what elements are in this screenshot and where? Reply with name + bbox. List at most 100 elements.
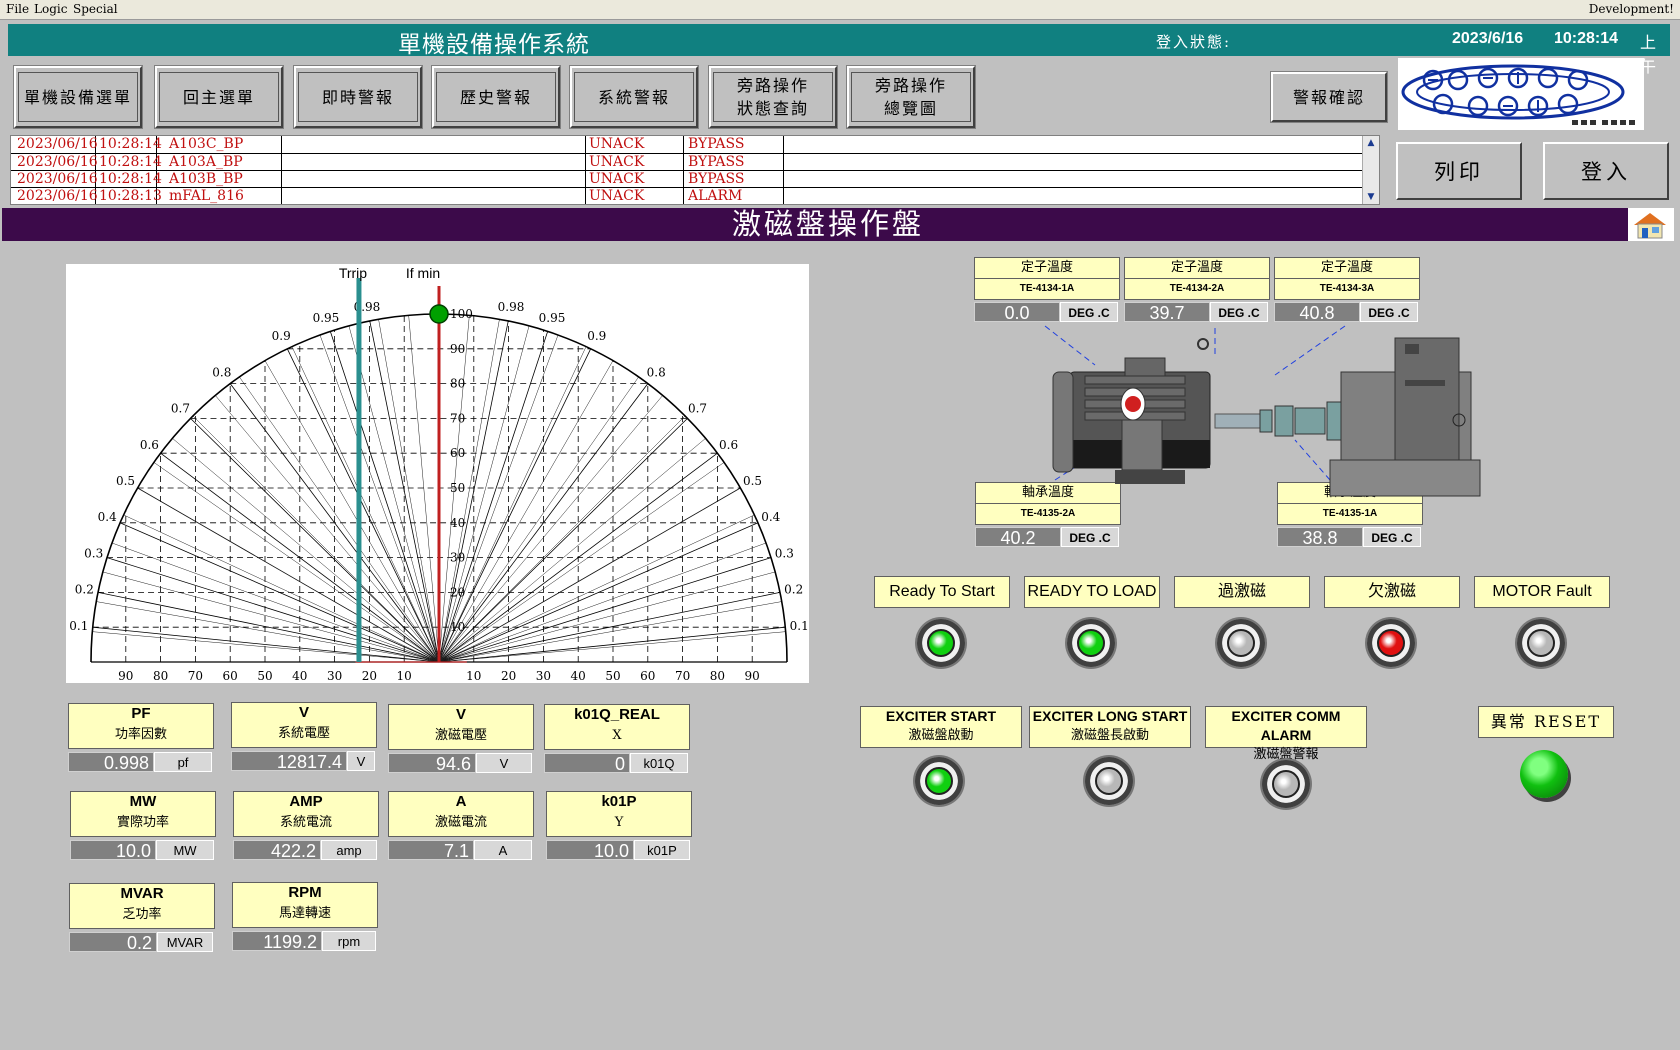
radial-line [438, 631, 786, 663]
ifmin-label: If min [406, 265, 440, 281]
temperature-name: 定子溫度 [1275, 258, 1419, 279]
pf-line [329, 331, 440, 663]
menu-special[interactable]: Special [73, 2, 118, 16]
measurement-unit: k01P [634, 840, 690, 860]
alarm-row[interactable]: 2023/06/16 10:28:14 A103B_BP UNACK BYPASS [11, 170, 1363, 188]
y-tick-label: 70 [450, 411, 465, 425]
exciter-label-zh: 激磁盤啟動 [908, 728, 974, 743]
reset-label: 異常 RESET [1478, 706, 1614, 738]
temperature-value: 38.8 [1277, 527, 1363, 548]
pf-label-left: 0.7 [171, 402, 190, 416]
nav-equipment-menu-button[interactable]: 單機設備選單 [14, 66, 142, 128]
alarm-row[interactable]: 2023/06/16 10:28:14 A103A_BP UNACK BYPASS [11, 153, 1363, 171]
nav-label: 單機設備選單 [18, 72, 138, 122]
measurement-subtitle: 馬達轉速 [278, 906, 331, 921]
nav-bypass-status-button[interactable]: 旁路操作 狀態查詢 [709, 66, 837, 128]
pf-label-left: 0.1 [69, 619, 88, 633]
nav-label: 旁路操作 狀態查詢 [713, 72, 833, 122]
pf-label-right: 0.98 [498, 300, 525, 314]
pf-label-left: 0.95 [313, 311, 340, 325]
trip-label: Trrip [339, 265, 367, 281]
measurement-unit: MVAR [157, 932, 213, 952]
nav-main-menu-button[interactable]: 回主選單 [155, 66, 283, 128]
alarm-row[interactable]: 2023/06/16 10:28:14 A103C_BP UNACK BYPASS [11, 136, 1363, 153]
status-lamp [1367, 619, 1415, 667]
panel-title: 激磁盤操作盤 [2, 208, 1654, 241]
y-tick-label: 20 [450, 585, 465, 599]
home-icon[interactable] [1628, 208, 1674, 241]
menu-development[interactable]: Development! [1589, 2, 1674, 16]
alarm-list[interactable]: 2023/06/16 10:28:14 A103C_BP UNACK BYPASS 2… [10, 135, 1380, 205]
measurement-value: 422.2 [233, 840, 321, 861]
radial-line [438, 514, 755, 663]
menu-logic[interactable]: Logic [34, 2, 67, 16]
reset-button[interactable] [1520, 750, 1568, 798]
alarm-list-scrollbar[interactable]: ▲ ▼ [1362, 136, 1379, 204]
x-tick-label-right: 40 [571, 669, 586, 683]
alarm-ack-label: 警報確認 [1292, 87, 1365, 107]
pf-label-right: 0.4 [761, 510, 780, 524]
radial-line [319, 334, 440, 663]
measurement-unit: A [474, 840, 532, 860]
measurement-subtitle: 系統電流 [279, 815, 332, 830]
x-tick-label-right: 60 [640, 669, 655, 683]
login-status-label: 登入狀態: [1156, 33, 1232, 51]
scroll-up-icon[interactable]: ▲ [1365, 137, 1377, 149]
status-lamp [1067, 619, 1115, 667]
pf-label-left: 0.6 [140, 438, 159, 452]
print-label: 列印 [1434, 160, 1484, 184]
nav-realtime-alarm-button[interactable]: 即時警報 [294, 66, 422, 128]
lamp-core [925, 767, 953, 795]
measurement-label: A 激磁電流 [388, 791, 534, 837]
temperature-tag: 定子溫度 TE-4134-2A [1124, 257, 1270, 300]
measurement-value: 0.998 [68, 752, 154, 773]
operating-point [429, 304, 449, 324]
reset-label-text: 異常 RESET [1490, 712, 1602, 731]
radial-line [408, 315, 440, 663]
measurement-unit: MW [156, 840, 214, 860]
print-button[interactable]: 列印 [1396, 142, 1522, 200]
x-tick-label-right: 10 [466, 669, 481, 683]
motor-illustration [1044, 325, 1481, 497]
y-tick-label: 30 [450, 551, 465, 565]
measurement-title: A [455, 793, 467, 810]
x-tick-label-right: 90 [745, 669, 760, 683]
x-tick-label-right: 20 [501, 669, 516, 683]
alarm-ack-button[interactable]: 警報確認 [1271, 72, 1387, 122]
measurement-subtitle: Y [614, 815, 624, 830]
measurement-title: V [455, 706, 466, 723]
y-tick-label: 60 [450, 446, 465, 460]
status-lamp [1517, 619, 1565, 667]
header-time: 10:28:14 [1554, 30, 1619, 47]
y-tick-label: 100 [450, 307, 473, 321]
radial-line [102, 571, 440, 663]
exciter-label-zh: 激磁盤長啟動 [1070, 728, 1149, 743]
measurement-label: AMP 系統電流 [233, 791, 379, 837]
exciter-label-en: EXCITER START [885, 708, 997, 724]
measurement-label: V 系統電壓 [231, 702, 377, 748]
measurement-value: 7.1 [388, 840, 474, 861]
radial-line [438, 360, 614, 663]
temperature-name: 定子溫度 [975, 258, 1119, 279]
nav-bypass-overview-button[interactable]: 旁路操作 總覽圖 [847, 66, 975, 128]
x-tick-label-right: 50 [605, 669, 620, 683]
scroll-down-icon[interactable]: ▼ [1365, 191, 1377, 203]
measurement-value: 94.6 [388, 753, 476, 774]
measurement-unit: pf [154, 752, 212, 772]
measurement-unit: V [476, 753, 532, 773]
nav-system-alarm-button[interactable]: 系統警報 [570, 66, 698, 128]
measurement-value: 1199.2 [232, 931, 322, 952]
header-bar: 單機設備操作系統 登入狀態: 2023/6/16 10:28:14 上午 [8, 24, 1670, 76]
menu-file[interactable]: File [6, 2, 29, 16]
measurement-title: k01P [601, 793, 637, 810]
alarm-row[interactable]: 2023/06/16 10:28:13 mFAL_816 UNACK ALARM [11, 187, 1363, 205]
capability-chart: 0.1 0.1 0.2 0.2 0.3 0.3 0.4 0.4 0.5 0.5 0.6 0.6 0.7 0… [66, 264, 809, 683]
x-tick-label-left: 60 [223, 669, 238, 683]
lamp-core [1227, 629, 1255, 657]
measurement-unit: k01Q [630, 753, 688, 773]
y-tick-label: 50 [450, 481, 465, 495]
nav-label: 回主選單 [159, 72, 279, 122]
nav-history-alarm-button[interactable]: 歷史警報 [432, 66, 560, 128]
pf-label-right: 0.9 [587, 329, 606, 343]
login-button[interactable]: 登入 [1543, 142, 1669, 200]
